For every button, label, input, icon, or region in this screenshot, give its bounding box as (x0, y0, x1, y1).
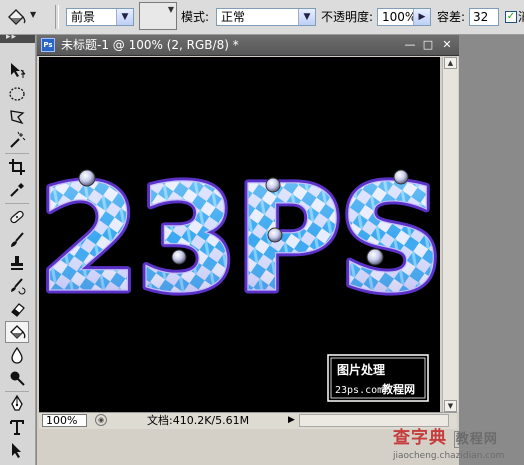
tool-divider (5, 153, 29, 154)
water-drop-icon (11, 346, 23, 364)
minimize-icon[interactable]: — (403, 38, 417, 52)
maximize-icon[interactable]: □ (421, 38, 435, 52)
type-icon (10, 420, 24, 435)
tolerance-input[interactable]: 32 (469, 8, 499, 26)
status-bar: 100% ◉ 文档:410.2K/5.61M ▶ (39, 412, 457, 429)
antialias-label: 消 (518, 10, 524, 24)
dodge-icon (10, 371, 25, 386)
polygonal-lasso-icon (10, 110, 25, 125)
crop-icon (9, 159, 25, 175)
close-icon[interactable]: ✕ (440, 38, 454, 52)
scroll-down-icon[interactable]: ▼ (444, 400, 457, 412)
history-brush-icon (11, 278, 26, 295)
rivet-decoration (171, 249, 187, 265)
options-bar: ▼ 前景 ▼ ▼ 模式: 正常 ▼ 不透明度: 100% ▶ 容差: 32 ✓ … (0, 0, 524, 35)
type-tool[interactable] (5, 416, 29, 438)
watermark-url: jiaocheng.chazidian.com (393, 451, 505, 461)
antialias-checkbox[interactable]: ✓ (505, 11, 517, 23)
marquee-tool[interactable] (5, 83, 29, 105)
rivet-decoration (366, 248, 384, 266)
toolbox: ▸▸ (0, 32, 36, 465)
vertical-scrollbar[interactable]: ▲ ▼ (442, 57, 458, 412)
stamp-line3: 教程网 (381, 382, 415, 396)
canvas-headline: 23PS 23PS (39, 151, 440, 329)
rivet-decoration (267, 227, 283, 243)
magic-wand-tool[interactable] (5, 129, 29, 151)
history-brush-tool[interactable] (5, 275, 29, 297)
tolerance-label: 容差: (437, 10, 466, 24)
move-tool[interactable] (5, 59, 29, 81)
tool-divider (5, 391, 29, 392)
rivet-decoration (265, 177, 281, 193)
mode-label: 模式: (181, 10, 210, 24)
eraser-tool[interactable] (5, 298, 29, 320)
path-selection-icon (12, 443, 21, 458)
dodge-tool[interactable] (5, 367, 29, 389)
separator (55, 5, 59, 29)
brush-icon (11, 232, 24, 247)
status-info-icon[interactable]: ◉ (95, 414, 107, 426)
fill-source-select[interactable]: 前景 ▼ (66, 8, 134, 26)
document-titlebar[interactable]: Ps 未标题-1 @ 100% (2, RGB/8) * — □ ✕ (37, 35, 459, 56)
chevron-down-icon: ▼ (298, 9, 315, 25)
mode-select[interactable]: 正常 ▼ (216, 8, 316, 26)
site-watermark: 查字典 教程网 jiaocheng.chazidian.com (389, 428, 524, 465)
eyedropper-tool[interactable] (5, 179, 29, 201)
watermark-title-b: 教程网 (453, 431, 500, 448)
tolerance-value: 32 (473, 10, 489, 24)
mode-value: 正常 (221, 10, 246, 24)
pen-tool[interactable] (5, 393, 29, 415)
move-icon (11, 63, 26, 78)
watermark-title: 查字典 教程网 (393, 428, 500, 450)
chevron-down-icon: ▼ (116, 9, 133, 25)
stamp-icon (11, 256, 23, 270)
opacity-value: 100% (382, 10, 417, 24)
brush-tool[interactable] (5, 229, 29, 251)
healing-brush-tool[interactable] (5, 206, 29, 228)
elliptical-marquee-icon (9, 87, 25, 101)
document-canvas[interactable]: 23PS 23PS 图片处理 23ps.com 教程网 (39, 57, 440, 412)
chevron-right-icon: ▶ (413, 9, 430, 25)
zoom-value: 100% (46, 414, 78, 427)
photoshop-icon: Ps (41, 38, 55, 52)
tool-preset-arrow-icon[interactable]: ▼ (30, 10, 36, 19)
eyedropper-icon (10, 183, 24, 197)
crop-tool[interactable] (5, 156, 29, 178)
document-window: Ps 未标题-1 @ 100% (2, RGB/8) * — □ ✕ 23PS … (37, 35, 459, 465)
stamp-line1: 图片处理 (337, 362, 385, 377)
tool-divider (5, 203, 29, 204)
blur-tool[interactable] (5, 344, 29, 366)
band-aid-icon (10, 210, 24, 224)
zoom-field[interactable]: 100% (42, 414, 87, 427)
lasso-tool[interactable] (5, 106, 29, 128)
stamp-logo: 图片处理 23ps.com 教程网 (327, 354, 429, 402)
pattern-dropdown-icon: ▼ (167, 5, 174, 14)
stamp-line2: 23ps.com (335, 385, 383, 396)
paint-bucket-icon (10, 325, 26, 339)
eraser-icon (11, 303, 25, 317)
path-selection-tool[interactable] (5, 439, 29, 461)
horizontal-scrollbar[interactable] (299, 414, 449, 427)
paint-bucket-tool[interactable] (5, 321, 29, 343)
magic-wand-icon (10, 131, 26, 148)
toolbox-grip[interactable]: ▸▸ (0, 32, 35, 43)
document-title: 未标题-1 @ 100% (2, RGB/8) * (61, 38, 239, 52)
clone-stamp-tool[interactable] (5, 252, 29, 274)
watermark-title-a: 查字典 (393, 428, 447, 448)
fill-source-value: 前景 (71, 10, 96, 24)
canvas-artwork: 23PS 23PS 图片处理 23ps.com 教程网 (39, 151, 440, 402)
status-menu-arrow-icon[interactable]: ▶ (285, 413, 298, 428)
paint-bucket-preset-icon[interactable] (4, 5, 30, 29)
canvas-text-shine: 23PS (39, 154, 440, 325)
scroll-up-icon[interactable]: ▲ (444, 57, 457, 69)
document-size-info: 文档:410.2K/5.61M (147, 414, 250, 427)
rivet-decoration (78, 169, 96, 187)
rivet-decoration (393, 169, 409, 185)
opacity-input[interactable]: 100% ▶ (377, 8, 431, 26)
pen-icon (11, 395, 23, 411)
pattern-picker[interactable]: ▼ (139, 2, 177, 30)
opacity-label: 不透明度: (321, 10, 374, 24)
